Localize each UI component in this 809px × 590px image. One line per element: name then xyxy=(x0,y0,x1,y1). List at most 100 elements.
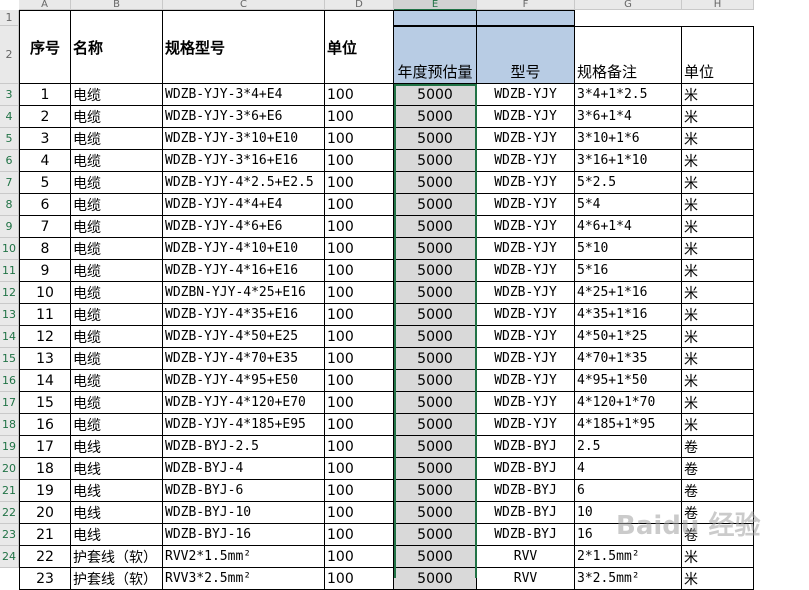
cell-e-11[interactable]: 5000 xyxy=(394,260,477,282)
cell-h-5[interactable]: 米 xyxy=(682,128,754,150)
cell-h-4[interactable]: 米 xyxy=(682,106,754,128)
cell-b-20[interactable]: 电线 xyxy=(71,458,163,480)
cell-g-24[interactable]: 2*1.5mm² xyxy=(575,546,682,568)
cell-h-21[interactable]: 卷 xyxy=(682,480,754,502)
cell-b-5[interactable]: 电缆 xyxy=(71,128,163,150)
cell-b-15[interactable]: 电缆 xyxy=(71,348,163,370)
cell-f-25[interactable]: RVV xyxy=(477,568,575,590)
row-header-2[interactable]: 2 xyxy=(0,26,19,84)
cell-c-18[interactable]: WDZB-YJY-4*185+E95 xyxy=(163,414,325,436)
cell-e-24[interactable]: 5000 xyxy=(394,546,477,568)
cell-e-16[interactable]: 5000 xyxy=(394,370,477,392)
cell-h-10[interactable]: 米 xyxy=(682,238,754,260)
cell-b-14[interactable]: 电缆 xyxy=(71,326,163,348)
row-header-8[interactable]: 8 xyxy=(0,194,19,216)
cell-d-8[interactable]: 100 xyxy=(325,194,394,216)
cell-g-16[interactable]: 4*95+1*50 xyxy=(575,370,682,392)
cell-c-22[interactable]: WDZB-BYJ-10 xyxy=(163,502,325,524)
row-header-15[interactable]: 15 xyxy=(0,348,19,370)
header-unit[interactable]: 单位 xyxy=(325,10,394,84)
column-header-b[interactable]: B xyxy=(71,0,163,10)
cell-c-7[interactable]: WDZB-YJY-4*2.5+E2.5 xyxy=(163,172,325,194)
cell-c-19[interactable]: WDZB-BYJ-2.5 xyxy=(163,436,325,458)
cell-c-12[interactable]: WDZBN-YJY-4*25+E16 xyxy=(163,282,325,304)
cell-d-18[interactable]: 100 xyxy=(325,414,394,436)
cell-e-10[interactable]: 5000 xyxy=(394,238,477,260)
column-header-f[interactable]: F xyxy=(477,0,575,10)
cell-c-13[interactable]: WDZB-YJY-4*35+E16 xyxy=(163,304,325,326)
cell-c-16[interactable]: WDZB-YJY-4*95+E50 xyxy=(163,370,325,392)
cell-f-9[interactable]: WDZB-YJY xyxy=(477,216,575,238)
cell-a-17[interactable]: 15 xyxy=(19,392,71,414)
cell-b-6[interactable]: 电缆 xyxy=(71,150,163,172)
cell-b-3[interactable]: 电缆 xyxy=(71,84,163,106)
cell-a-12[interactable]: 10 xyxy=(19,282,71,304)
row-header-21[interactable]: 21 xyxy=(0,480,19,502)
row-header-12[interactable]: 12 xyxy=(0,282,19,304)
cell-f-23[interactable]: WDZB-BYJ xyxy=(477,524,575,546)
cell-b-4[interactable]: 电缆 xyxy=(71,106,163,128)
cell-g-18[interactable]: 4*185+1*95 xyxy=(575,414,682,436)
cell-g-10[interactable]: 5*10 xyxy=(575,238,682,260)
cell-a-8[interactable]: 6 xyxy=(19,194,71,216)
cell-d-3[interactable]: 100 xyxy=(325,84,394,106)
cell-a-3[interactable]: 1 xyxy=(19,84,71,106)
cell-g-23[interactable]: 16 xyxy=(575,524,682,546)
cell-a-9[interactable]: 7 xyxy=(19,216,71,238)
cell-e-13[interactable]: 5000 xyxy=(394,304,477,326)
cell-h-22[interactable]: 卷 xyxy=(682,502,754,524)
cell-g-11[interactable]: 5*16 xyxy=(575,260,682,282)
cell-f-21[interactable]: WDZB-BYJ xyxy=(477,480,575,502)
column-header-g[interactable]: G xyxy=(575,0,682,10)
column-header-a[interactable]: A xyxy=(19,0,71,10)
cell-f-17[interactable]: WDZB-YJY xyxy=(477,392,575,414)
spreadsheet-grid[interactable]: A B C D E F G H 1 2 3 4 5 6 7 8 9 10 11 12 13 14 15 16 17 18 19 20 2… xyxy=(0,0,809,590)
cell-h-20[interactable]: 卷 xyxy=(682,458,754,480)
cell-h-17[interactable]: 米 xyxy=(682,392,754,414)
cell-f-13[interactable]: WDZB-YJY xyxy=(477,304,575,326)
cell-e-4[interactable]: 5000 xyxy=(394,106,477,128)
cell-c-23[interactable]: WDZB-BYJ-16 xyxy=(163,524,325,546)
cell-d-21[interactable]: 100 xyxy=(325,480,394,502)
cell-a-16[interactable]: 14 xyxy=(19,370,71,392)
cell-d-17[interactable]: 100 xyxy=(325,392,394,414)
cell-c-6[interactable]: WDZB-YJY-3*16+E16 xyxy=(163,150,325,172)
row-header-20[interactable]: 20 xyxy=(0,458,19,480)
cell-c-10[interactable]: WDZB-YJY-4*10+E10 xyxy=(163,238,325,260)
cell-e-18[interactable]: 5000 xyxy=(394,414,477,436)
cell-a-21[interactable]: 19 xyxy=(19,480,71,502)
cell-f-19[interactable]: WDZB-BYJ xyxy=(477,436,575,458)
cell-a-24[interactable]: 22 xyxy=(19,546,71,568)
cell-h-14[interactable]: 米 xyxy=(682,326,754,348)
cell-h-3[interactable]: 米 xyxy=(682,84,754,106)
cell-c-24[interactable]: RVV2*1.5mm² xyxy=(163,546,325,568)
cell-a-10[interactable]: 8 xyxy=(19,238,71,260)
cell-h-19[interactable]: 卷 xyxy=(682,436,754,458)
column-header-h[interactable]: H xyxy=(682,0,754,10)
cell-f-11[interactable]: WDZB-YJY xyxy=(477,260,575,282)
header-spec[interactable]: 规格型号 xyxy=(163,10,325,84)
cell-f-15[interactable]: WDZB-YJY xyxy=(477,348,575,370)
cell-g-22[interactable]: 10 xyxy=(575,502,682,524)
cell-d-10[interactable]: 100 xyxy=(325,238,394,260)
cell-g-14[interactable]: 4*50+1*25 xyxy=(575,326,682,348)
header-name[interactable]: 名称 xyxy=(71,10,163,84)
cell-e-6[interactable]: 5000 xyxy=(394,150,477,172)
cell-g-13[interactable]: 4*35+1*16 xyxy=(575,304,682,326)
cell-e-23[interactable]: 5000 xyxy=(394,524,477,546)
cell-a-13[interactable]: 11 xyxy=(19,304,71,326)
cell-b-24[interactable]: 护套线（软） xyxy=(71,546,163,568)
cell-d-23[interactable]: 100 xyxy=(325,524,394,546)
cell-a-14[interactable]: 12 xyxy=(19,326,71,348)
cell-g-21[interactable]: 6 xyxy=(575,480,682,502)
cell-f-6[interactable]: WDZB-YJY xyxy=(477,150,575,172)
cell-h-16[interactable]: 米 xyxy=(682,370,754,392)
cell-b-25[interactable]: 护套线（软） xyxy=(71,568,163,590)
cell-e-19[interactable]: 5000 xyxy=(394,436,477,458)
cell-e-9[interactable]: 5000 xyxy=(394,216,477,238)
cell-e-5[interactable]: 5000 xyxy=(394,128,477,150)
cell-g-8[interactable]: 5*4 xyxy=(575,194,682,216)
row-header-22[interactable]: 22 xyxy=(0,502,19,524)
cell-f-10[interactable]: WDZB-YJY xyxy=(477,238,575,260)
cell-f-22[interactable]: WDZB-BYJ xyxy=(477,502,575,524)
